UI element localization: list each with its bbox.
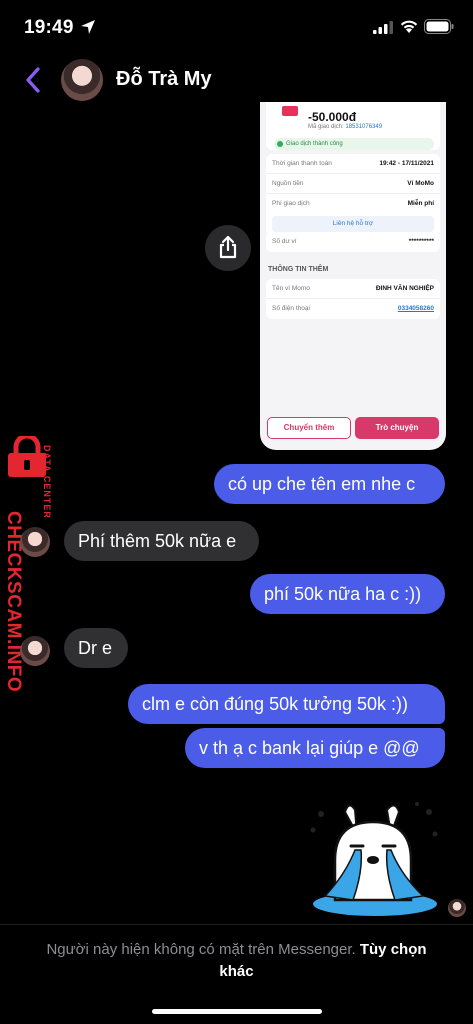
message-bubble-outgoing[interactable]: có up che tên em nhe c bbox=[214, 464, 445, 504]
wallet-balance: Số dư ví ********** bbox=[266, 232, 440, 252]
message-bubble-incoming[interactable]: Dr e bbox=[64, 628, 128, 668]
watermark-text: CHECKSCAM.INFO bbox=[3, 511, 24, 693]
seen-avatar bbox=[448, 899, 466, 917]
shared-image-transaction[interactable]: -50.000đ Mã giao dịch: 18531076349 Giao … bbox=[260, 102, 446, 450]
transaction-status: Giao dịch thành công bbox=[274, 138, 434, 150]
momo-logo-icon bbox=[282, 106, 298, 116]
sender-avatar[interactable] bbox=[20, 636, 50, 666]
detail-row: Phí giao dịch Miễn phí bbox=[272, 200, 434, 207]
location-arrow-icon bbox=[81, 20, 95, 34]
message-bubble-outgoing[interactable]: clm e còn đúng 50k tưởng 50k :)) bbox=[128, 684, 445, 724]
message-bubble-outgoing[interactable]: phí 50k nữa ha c :)) bbox=[250, 574, 445, 614]
message-bubble-incoming[interactable]: Phí thêm 50k nữa e bbox=[64, 521, 259, 561]
status-bar: 19:49 bbox=[0, 0, 473, 56]
transaction-amount: -50.000đ bbox=[308, 110, 357, 124]
transaction-code: Mã giao dịch: 18531076349 bbox=[308, 124, 383, 130]
message-bubble-outgoing[interactable]: v th ạ c bank lại giúp e @@ bbox=[185, 728, 445, 768]
share-icon bbox=[219, 235, 237, 259]
divider bbox=[0, 924, 473, 925]
detail-row: Nguồn tiền Ví MoMo bbox=[266, 174, 440, 194]
detail-row: Số dư ví ********** bbox=[272, 238, 434, 245]
conversation-header: Đỗ Trà My bbox=[0, 56, 473, 106]
extra-info: Tên ví Momo ĐINH VĂN NGHIỆP Số điện thoạ… bbox=[266, 279, 440, 319]
detail-row: Thời gian thanh toán 19:42 - 17/11/2021 bbox=[266, 154, 440, 174]
contact-name[interactable]: Đỗ Trà My bbox=[116, 68, 212, 91]
support-link: Liên hệ hỗ trợ bbox=[272, 216, 434, 232]
unavailable-notice: Người này hiện không có mặt trên Messeng… bbox=[46, 941, 427, 980]
cellular-signal-icon bbox=[373, 21, 393, 34]
chat-button: Trò chuyện bbox=[355, 417, 439, 439]
share-button[interactable] bbox=[205, 225, 251, 271]
detail-row: Số điện thoại 0334058260 bbox=[272, 305, 434, 312]
contact-avatar[interactable] bbox=[61, 59, 103, 101]
watermark-subtext: DATA CENTER bbox=[42, 445, 52, 519]
wifi-icon bbox=[400, 20, 418, 33]
sender-avatar[interactable] bbox=[20, 527, 50, 557]
transfer-more-button: Chuyển thêm bbox=[267, 417, 351, 439]
clock: 19:49 bbox=[24, 17, 74, 38]
battery-icon bbox=[424, 19, 454, 34]
section-title: THÔNG TIN THÊM bbox=[268, 266, 329, 273]
home-indicator[interactable] bbox=[152, 1009, 322, 1014]
detail-row: Tên ví Momo ĐINH VĂN NGHIỆP bbox=[266, 279, 440, 299]
crying-rabbit-sticker[interactable] bbox=[305, 800, 443, 918]
transaction-details: Thời gian thanh toán 19:42 - 17/11/2021 … bbox=[266, 154, 440, 236]
back-chevron-icon[interactable] bbox=[24, 66, 42, 94]
